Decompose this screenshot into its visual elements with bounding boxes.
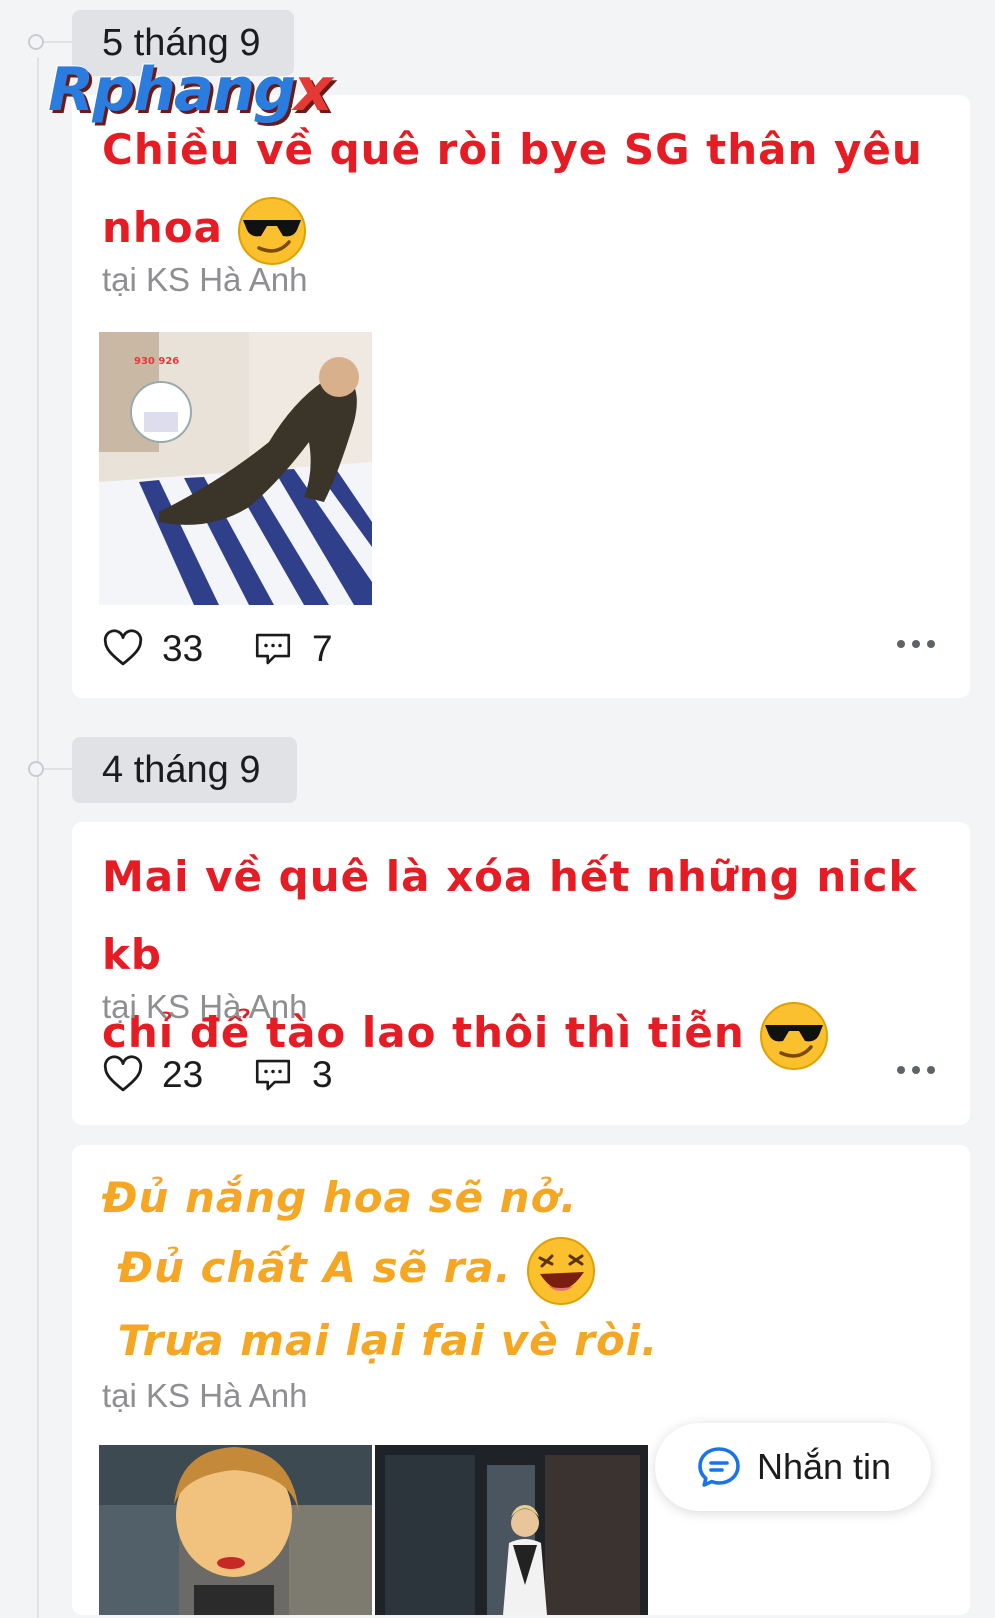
- post-text-line: nhoa: [102, 203, 223, 252]
- like-count: 23: [162, 1054, 204, 1095]
- sunglasses-emoji-icon: [238, 196, 306, 265]
- message-button-label: Nhắn tin: [756, 1446, 892, 1487]
- laughing-emoji-icon: [526, 1236, 595, 1305]
- like-button[interactable]: 33: [102, 628, 203, 670]
- chat-bubble-icon: [698, 1447, 740, 1487]
- timeline-connector: [44, 768, 72, 770]
- more-options-button[interactable]: [897, 1066, 935, 1074]
- comment-icon: [255, 633, 291, 665]
- post-text-line: Mai về quê là xóa hết những nick kb: [102, 852, 918, 979]
- post-text-line: Đủ nắng hoa sẽ nở.: [102, 1173, 578, 1222]
- svg-text:930 926: 930 926: [134, 356, 179, 367]
- post-photo[interactable]: 930 926: [99, 332, 372, 605]
- heart-icon: [103, 1055, 143, 1092]
- post-location: tại KS Hà Anh: [102, 1377, 308, 1414]
- comment-count: 3: [312, 1054, 333, 1095]
- post-actions: 23 3: [102, 1054, 940, 1102]
- post-text: Đủ nắng hoa sẽ nở. Đủ chất A sẽ ra. Trưa…: [102, 1163, 940, 1376]
- message-button[interactable]: Nhắn tin: [655, 1423, 931, 1511]
- post-location: tại KS Hà Anh: [102, 261, 308, 298]
- heart-icon: [103, 629, 143, 666]
- date-header: 4 tháng 9: [72, 737, 297, 803]
- comment-count: 7: [312, 628, 333, 669]
- watermark-logo: Rphangx: [48, 55, 333, 125]
- comment-button[interactable]: 7: [252, 628, 333, 670]
- timeline-dot: [28, 34, 44, 50]
- comment-button[interactable]: 3: [252, 1054, 333, 1096]
- post-text-line: Đủ chất A sẽ ra.: [102, 1243, 512, 1292]
- more-options-button[interactable]: [897, 640, 935, 648]
- post-actions: 33 7: [102, 628, 940, 676]
- like-count: 33: [162, 628, 204, 669]
- timeline-connector: [44, 41, 72, 43]
- post-location: tại KS Hà Anh: [102, 988, 308, 1025]
- timeline-line: [37, 58, 39, 1618]
- post-card[interactable]: Đủ nắng hoa sẽ nở. Đủ chất A sẽ ra. Trưa…: [72, 1145, 970, 1615]
- post-text-line: Trưa mai lại fai vè ròi.: [102, 1315, 659, 1365]
- post-text: Mai về quê là xóa hết những nick kb chỉ …: [102, 838, 940, 1072]
- post-text: Chiều về quê ròi bye SG thân yêu nhoa: [102, 111, 940, 267]
- post-card[interactable]: Chiều về quê ròi bye SG thân yêu nhoa tạ…: [72, 95, 970, 698]
- comment-icon: [255, 1059, 291, 1091]
- like-button[interactable]: 23: [102, 1054, 203, 1096]
- post-photo[interactable]: [375, 1445, 648, 1615]
- post-photo[interactable]: [99, 1445, 372, 1615]
- post-card[interactable]: Mai về quê là xóa hết những nick kb chỉ …: [72, 822, 970, 1125]
- timeline-dot: [28, 761, 44, 777]
